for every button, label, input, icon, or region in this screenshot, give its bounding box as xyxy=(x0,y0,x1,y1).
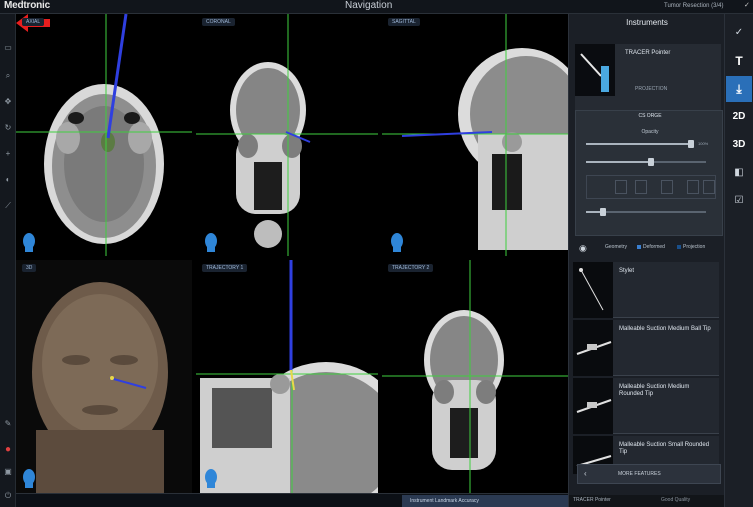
deformed-option[interactable]: Deformed xyxy=(637,244,665,250)
viewport-trajectory-1[interactable]: TRAJECTORY 1 xyxy=(196,260,378,493)
viewport-label[interactable]: TRAJECTORY 2 xyxy=(388,264,434,272)
eye-icon[interactable]: ◉ xyxy=(579,242,593,254)
accuracy-info[interactable]: Instrument Landmark Accuracy xyxy=(402,495,568,507)
range-controls xyxy=(586,175,716,199)
checklist-icon[interactable]: ☑ xyxy=(726,188,752,214)
viewport-label[interactable]: SAGITTAL xyxy=(388,18,420,26)
window-level-icon[interactable]: ◐ xyxy=(2,174,14,186)
check-pen-icon[interactable]: ✓ xyxy=(726,20,752,46)
settings-icon[interactable]: ✓ xyxy=(744,1,752,10)
orientation-head-icon xyxy=(23,469,35,488)
pointer-tool-image xyxy=(575,44,615,96)
zoom-icon[interactable]: ⌕ xyxy=(2,70,14,82)
visibility-row: ◉ Geometry Deformed Projection xyxy=(575,242,723,254)
folder-icon[interactable]: ▭ xyxy=(2,42,14,54)
viewport-label[interactable]: AXIAL xyxy=(22,18,45,26)
active-tool-card[interactable]: TRACER Pointer xyxy=(575,44,721,120)
rotate-icon[interactable]: ↻ xyxy=(2,122,14,134)
range-cell[interactable] xyxy=(703,180,715,194)
secondary-slider[interactable] xyxy=(586,158,706,166)
cs-title: CS ORGE xyxy=(638,113,662,119)
2d-icon[interactable]: 2D xyxy=(726,104,752,130)
axial-slice-image xyxy=(16,14,192,256)
viewport-label[interactable]: 3D xyxy=(22,264,37,272)
viewport-3d[interactable]: 3D xyxy=(16,260,192,493)
footer-tool-name: TRACER Pointer xyxy=(573,497,611,503)
opacity-value: 100% xyxy=(698,141,709,146)
trajectory-2-slice-image xyxy=(382,260,568,493)
orientation-head-icon xyxy=(23,233,35,252)
brand-logo: Medtronic xyxy=(4,0,50,11)
list-item[interactable]: Malleable Suction Medium Ball Tip xyxy=(573,320,719,376)
3d-head-rendering xyxy=(16,260,192,493)
list-item[interactable]: Stylet xyxy=(573,262,719,318)
measure-icon[interactable]: ⟋ xyxy=(2,200,14,212)
range-cell[interactable] xyxy=(661,180,673,194)
list-item-label: Malleable Suction Medium Rounded Tip xyxy=(619,384,690,397)
more-features-button[interactable]: ‹ MORE FEATURES xyxy=(577,464,721,484)
range-cell[interactable] xyxy=(635,180,647,194)
left-toolbar: ▭ ⌕ ✥ ↻ + ◐ ⟋ ✎ ● ▣ ⏻ xyxy=(0,14,16,507)
title-bar: Medtronic Navigation Tumor Resection (3/… xyxy=(0,0,753,14)
crosshair-icon[interactable]: + xyxy=(2,148,14,160)
3d-icon[interactable]: 3D xyxy=(726,132,752,158)
viewport-label[interactable]: CORONAL xyxy=(202,18,235,26)
text-icon[interactable]: T xyxy=(726,48,752,74)
layout-icon[interactable]: ◧ xyxy=(726,160,752,186)
trajectory-1-slice-image xyxy=(196,260,378,493)
right-toolbar: ✓ T ⤓ 2D 3D ◧ ☑ xyxy=(724,14,753,507)
range-cell[interactable] xyxy=(615,180,627,194)
viewport-sagittal[interactable]: SAGITTAL xyxy=(382,14,568,256)
suction-ball-tip-image xyxy=(573,320,613,376)
instrument-icon[interactable]: ⤓ xyxy=(726,76,752,102)
coronal-slice-image xyxy=(196,14,378,256)
list-item[interactable]: Malleable Suction Medium Rounded Tip xyxy=(573,378,719,434)
snapshot-icon[interactable]: ▣ xyxy=(2,466,14,478)
tracking-quality: Good Quality xyxy=(661,497,691,503)
panel-footer: TRACER Pointer Good Quality xyxy=(569,495,725,507)
viewport-trajectory-2[interactable]: TRAJECTORY 2 xyxy=(382,260,568,493)
chevron-left-icon: ‹ xyxy=(584,469,587,478)
orientation-head-icon xyxy=(205,469,217,488)
suction-rounded-tip-image xyxy=(573,378,613,434)
sagittal-slice-image xyxy=(382,14,568,256)
orientation-head-icon xyxy=(391,233,403,252)
opacity-label: Opacity xyxy=(641,129,659,135)
app-title: Navigation xyxy=(345,0,393,11)
list-item-label: Malleable Suction Medium Ball Tip xyxy=(619,326,711,332)
panel-title: Instruments xyxy=(626,18,668,27)
viewport-coronal[interactable]: CORONAL xyxy=(196,14,378,256)
list-item-label: Stylet xyxy=(619,268,635,274)
tool-name: TRACER Pointer xyxy=(625,50,671,56)
status-bar: Instrument Landmark Accuracy xyxy=(16,493,568,507)
list-item-label: Malleable Suction Small Rounded Tip xyxy=(619,442,710,455)
cs-settings-card: CS ORGE Opacity 100% xyxy=(575,110,723,236)
geometry-option[interactable]: Geometry xyxy=(605,244,627,250)
procedure-status: Tumor Resection (3/4) xyxy=(664,3,724,9)
power-icon[interactable]: ⏻ xyxy=(2,490,14,502)
opacity-slider[interactable] xyxy=(586,140,694,148)
depth-slider[interactable] xyxy=(586,208,706,216)
viewport-axial[interactable]: AXIAL xyxy=(16,14,192,256)
projection-label[interactable]: PROJECTION xyxy=(635,86,667,92)
range-cell[interactable] xyxy=(687,180,699,194)
projection-option[interactable]: Projection xyxy=(677,244,705,250)
stylet-image xyxy=(573,262,613,318)
pen-icon[interactable]: ✎ xyxy=(2,418,14,430)
viewport-label[interactable]: TRAJECTORY 1 xyxy=(202,264,248,272)
instrument-list: Stylet Malleable Suction Medium Ball Tip… xyxy=(573,262,721,474)
pan-icon[interactable]: ✥ xyxy=(2,96,14,108)
viewport-grid: AXIAL CORONAL SAGITTAL 3D TRAJECTORY 1 T… xyxy=(16,14,568,493)
instruments-panel: Instruments TRACER Pointer PROJECTION CS… xyxy=(568,14,725,507)
orientation-head-icon xyxy=(205,233,217,252)
record-icon[interactable]: ● xyxy=(2,444,14,456)
